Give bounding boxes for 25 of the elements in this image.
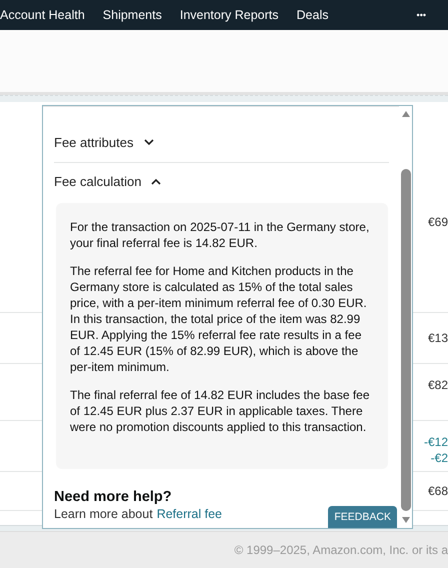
table-cell: -€2 bbox=[430, 450, 448, 466]
chevron-icon bbox=[151, 178, 162, 184]
nav-link[interactable]: Inventory Reports bbox=[180, 8, 279, 22]
table-cell: -€12 bbox=[424, 434, 448, 450]
table-cell: €82 bbox=[428, 377, 448, 394]
table-cell: €69 bbox=[428, 214, 448, 230]
more-menu[interactable]: ••• bbox=[416, 10, 426, 20]
scroll-up-icon[interactable] bbox=[402, 111, 410, 117]
section-toggle[interactable]: Fee calculation bbox=[54, 163, 389, 199]
nav-link[interactable]: Account Health bbox=[0, 8, 85, 22]
help-text: Learn more about bbox=[54, 507, 153, 521]
paragraph: For the transaction on 2025-07-11 in the Germany store, your final referral fee is 14.82 EUR. bbox=[70, 219, 370, 251]
paragraph: The referral fee for Home and Kitchen products in the Germany store is calculated as 15% of the total sales price, with a per-item minimum referral fee of 0.30 EUR. In this transaction, the total price of the item was 82.99 EUR. Applying the 15% referral fee rate results in a fee of 12.45 EUR (15% of 82.99 EUR), which is above the per-item minimum. bbox=[70, 263, 368, 375]
chevron-icon bbox=[144, 138, 154, 146]
feedback-button[interactable]: FEEDBACK bbox=[328, 506, 397, 528]
referral-fee-link[interactable]: Referral fee bbox=[156, 507, 222, 521]
nav-link[interactable]: Deals bbox=[296, 8, 328, 22]
help-heading: Need more help? bbox=[54, 489, 172, 505]
scroll-thumb[interactable] bbox=[400, 169, 410, 511]
copyright-text: © 1999–2025, Amazon.com, Inc. or its a bbox=[234, 543, 448, 557]
paragraph: The final referral fee of 14.82 EUR includes the base fee of 12.45 EUR plus 2.37 EUR in applicable taxes. There were no promotion discounts applied to this transaction. bbox=[70, 387, 371, 435]
table-cell: €13 bbox=[428, 330, 448, 346]
section-toggle[interactable]: Fee attributes bbox=[54, 122, 389, 163]
nav-link[interactable]: Shipments bbox=[102, 8, 162, 22]
table-cell: €68 bbox=[428, 483, 448, 500]
